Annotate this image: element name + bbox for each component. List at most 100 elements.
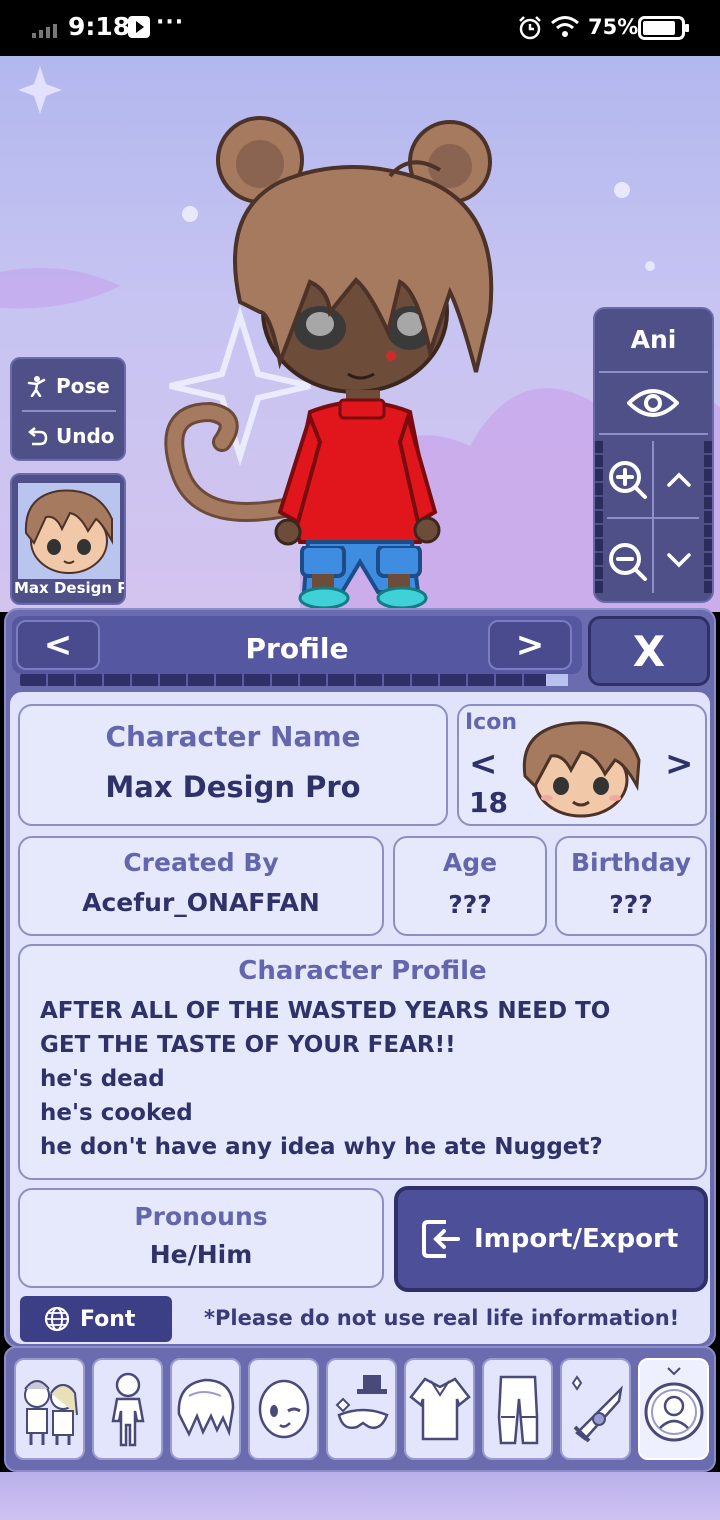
import-export-icon <box>422 1220 460 1258</box>
icon-prev-button[interactable]: < <box>469 744 498 784</box>
character-profile-label: Character Profile <box>238 956 487 986</box>
pose-icon <box>27 376 46 397</box>
page-progress-indicator <box>546 674 568 686</box>
character-thumb-name: Max Design Pr <box>14 579 126 597</box>
created-by-value: Acefur_ONAFFAN <box>82 888 320 917</box>
import-export-label: Import/Export <box>474 1224 679 1254</box>
character-thumbnail[interactable]: Max Design Pr <box>10 473 126 605</box>
character-legs <box>298 546 428 610</box>
pronouns-label: Pronouns <box>134 1202 268 1231</box>
hair-icon <box>177 1378 234 1437</box>
close-button[interactable]: X <box>588 616 710 686</box>
visibility-eye-icon[interactable] <box>627 385 679 421</box>
zoom-out-icon[interactable] <box>607 541 649 583</box>
accessory-icon <box>335 1375 389 1429</box>
scroll-up-icon[interactable] <box>665 471 693 489</box>
age-field[interactable]: Age ??? <box>393 836 547 936</box>
battery-icon <box>638 16 689 40</box>
profile-line: AFTER ALL OF THE WASTED YEARS NEED TO <box>40 998 611 1024</box>
media-play-icon <box>128 16 150 38</box>
wifi-icon <box>551 16 579 37</box>
pronouns-value: He/Him <box>149 1240 253 1269</box>
tab-bottoms[interactable] <box>482 1358 553 1460</box>
tab-face[interactable] <box>248 1358 319 1460</box>
character-name-value: Max Design Pro <box>105 770 361 804</box>
character-profile-field[interactable]: Character Profile AFTER ALL OF THE WASTE… <box>18 944 707 1180</box>
tab-profile[interactable] <box>638 1358 709 1460</box>
character-profile-text: AFTER ALL OF THE WASTED YEARS NEED TO GE… <box>40 994 700 1164</box>
birthday-value: ??? <box>609 890 653 919</box>
character-icon-face <box>522 721 641 818</box>
icon-next-button[interactable]: > <box>665 744 694 784</box>
zoom-divider <box>607 517 699 519</box>
next-page-button[interactable]: > <box>488 620 572 670</box>
body-icon <box>111 1372 144 1447</box>
ani-panel: Ani <box>593 307 714 603</box>
created-by-label: Created By <box>123 848 279 877</box>
tab-characters[interactable] <box>14 1358 85 1460</box>
tab-props[interactable] <box>560 1358 631 1460</box>
page-progress-bar <box>20 674 568 686</box>
profile-line: he's dead <box>40 1066 165 1092</box>
age-label: Age <box>442 848 498 877</box>
profile-header: < Profile > <box>12 616 582 674</box>
ani-button[interactable]: Ani <box>595 325 712 354</box>
more-notifications-icon: ··· <box>156 10 185 35</box>
pose-button[interactable]: Pose <box>12 361 124 411</box>
ani-divider <box>599 433 708 435</box>
tab-body[interactable] <box>92 1358 163 1460</box>
age-value: ??? <box>448 890 492 919</box>
character-scene[interactable]: Pose Undo Max Design Pr Ani <box>0 56 720 612</box>
profile-icon <box>644 1367 703 1442</box>
profile-line: he don't have any idea why he ate Nugget… <box>40 1134 603 1160</box>
birthday-label: Birthday <box>571 848 691 877</box>
category-tabs <box>4 1346 716 1472</box>
pronouns-field[interactable]: Pronouns He/Him <box>18 1188 384 1288</box>
signal-icon <box>32 24 57 38</box>
props-icon <box>571 1375 623 1443</box>
status-bar: 9:18 ··· 75% <box>0 0 720 56</box>
bottom-background <box>0 1472 720 1520</box>
battery-percent: 75% <box>588 15 639 39</box>
status-time: 9:18 <box>68 12 131 41</box>
font-label: Font <box>80 1306 136 1332</box>
undo-icon <box>27 427 48 446</box>
zoom-rail-left[interactable] <box>595 441 603 593</box>
ani-divider <box>599 371 708 373</box>
clothing-top-icon <box>408 1377 471 1441</box>
alarm-icon <box>519 16 541 40</box>
character-thumb-face <box>18 483 120 579</box>
icon-selector: Icon < 18 > <box>457 704 707 826</box>
tab-hair[interactable] <box>170 1358 241 1460</box>
page-title: Profile <box>245 632 349 665</box>
zoom-controls <box>595 437 712 601</box>
created-by-field[interactable]: Created By Acefur_ONAFFAN <box>18 836 384 936</box>
globe-icon <box>44 1306 70 1332</box>
disclaimer-text: *Please do not use real life information… <box>204 1306 680 1330</box>
characters-icon <box>23 1380 78 1445</box>
character-figure[interactable] <box>160 112 520 612</box>
icon-number: 18 <box>469 786 508 819</box>
zoom-rail-right[interactable] <box>704 441 712 593</box>
profile-content: Character Name Max Design Pro Icon < 18 … <box>10 692 710 1344</box>
character-name-field[interactable]: Character Name Max Design Pro <box>18 704 448 826</box>
undo-label: Undo <box>56 424 115 448</box>
font-button[interactable]: Font <box>20 1296 172 1342</box>
zoom-in-icon[interactable] <box>607 459 649 501</box>
import-export-button[interactable]: Import/Export <box>394 1186 708 1292</box>
profile-line: he's cooked <box>40 1100 193 1126</box>
profile-panel: < Profile > X Character Name Max Design … <box>4 608 716 1348</box>
clothing-bottom-icon <box>497 1375 538 1445</box>
tab-tops[interactable] <box>404 1358 475 1460</box>
pose-label: Pose <box>56 374 110 398</box>
icon-label: Icon <box>465 710 518 735</box>
tab-accessories[interactable] <box>326 1358 397 1460</box>
face-icon <box>258 1379 309 1439</box>
pose-undo-panel: Pose Undo <box>10 357 126 461</box>
scroll-down-icon[interactable] <box>665 551 693 569</box>
birthday-field[interactable]: Birthday ??? <box>555 836 707 936</box>
prev-page-button[interactable]: < <box>16 620 100 670</box>
undo-button[interactable]: Undo <box>12 411 124 461</box>
character-name-label: Character Name <box>105 720 361 753</box>
profile-line: GET THE TASTE OF YOUR FEAR!! <box>40 1032 456 1058</box>
